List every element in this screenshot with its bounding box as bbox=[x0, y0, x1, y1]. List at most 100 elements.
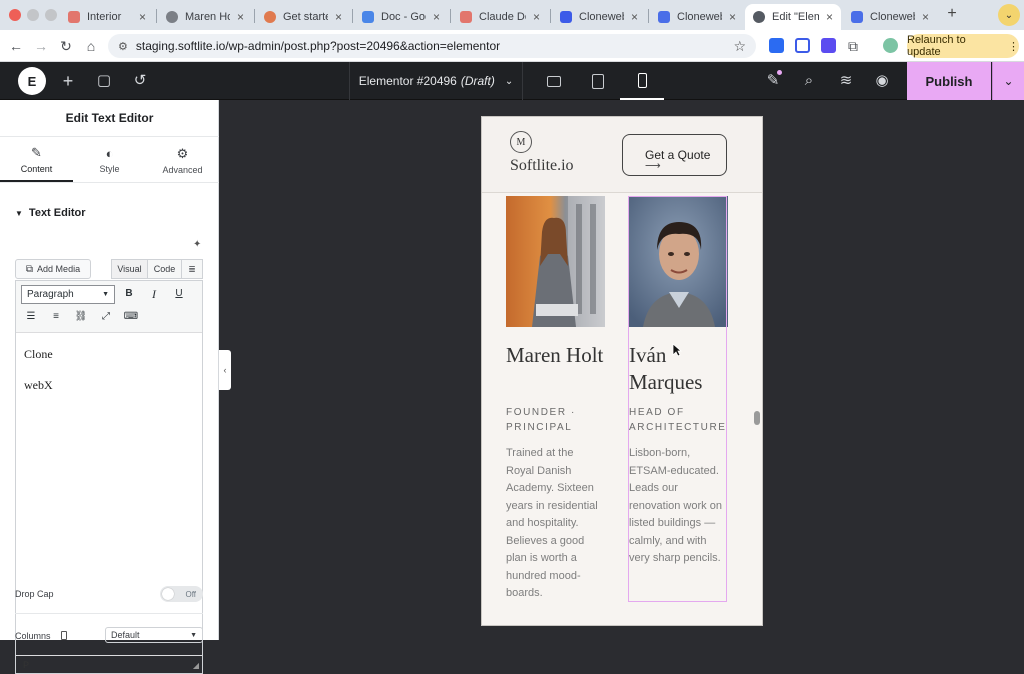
tab-title: ClonewebX bbox=[870, 11, 915, 23]
browser-tab[interactable]: Maren Holt × bbox=[158, 4, 252, 30]
notification-dot bbox=[777, 70, 782, 75]
maximize-window-button[interactable] bbox=[45, 9, 57, 21]
close-icon[interactable]: × bbox=[729, 10, 736, 24]
section-toggle-text-editor[interactable]: ▼ Text Editor bbox=[15, 207, 86, 219]
browser-tab-active[interactable]: Edit "Eleme × bbox=[745, 4, 841, 30]
tab-style[interactable]: ◐ Style bbox=[73, 138, 146, 182]
forward-arrow-icon[interactable]: → bbox=[33, 38, 49, 54]
extension-icon[interactable] bbox=[821, 38, 836, 53]
publish-options-button[interactable]: ⌄ bbox=[992, 62, 1024, 100]
get-quote-button[interactable]: Get a Quote ⟶ bbox=[622, 134, 727, 176]
preview-scrollbar[interactable] bbox=[754, 411, 760, 425]
italic-button[interactable]: I bbox=[146, 286, 162, 302]
resize-grip-icon[interactable]: ◢ bbox=[193, 661, 199, 670]
wysiwyg-editor: Paragraph ▼ B I U ☰ ≡ ⛓ ⤢ ⌨ Clone webX P… bbox=[15, 280, 203, 674]
tab-favicon-icon bbox=[851, 11, 863, 23]
ai-sparkle-icon[interactable]: ✦ bbox=[193, 239, 201, 250]
search-icon[interactable]: ⌕ bbox=[800, 72, 818, 90]
minimize-window-button[interactable] bbox=[27, 9, 39, 21]
puzzle-extensions-icon[interactable]: ⧉ bbox=[845, 38, 861, 54]
preview-eye-icon[interactable]: ◉ bbox=[873, 72, 891, 90]
close-icon[interactable]: × bbox=[922, 10, 929, 24]
browser-tab[interactable]: ClonewebX × bbox=[552, 4, 646, 30]
relaunch-button[interactable]: Relaunch to update ⋮ bbox=[907, 34, 1019, 58]
code-tab[interactable]: Code bbox=[147, 259, 182, 279]
tab-title: Interior bbox=[87, 11, 122, 23]
columns-select[interactable]: Default ▼ bbox=[105, 627, 203, 643]
underline-button[interactable]: U bbox=[171, 286, 187, 302]
browser-tab[interactable]: Claude Des × bbox=[452, 4, 548, 30]
site-brand[interactable]: Softlite.io bbox=[510, 157, 574, 175]
drop-cap-toggle[interactable]: Off bbox=[160, 586, 203, 602]
browser-tab[interactable]: Interior × bbox=[60, 4, 154, 30]
columns-select-value: Default bbox=[111, 630, 140, 640]
close-icon[interactable]: × bbox=[533, 10, 540, 24]
tab-label: Advanced bbox=[162, 164, 203, 175]
keyboard-icon[interactable]: ⌨ bbox=[123, 309, 139, 325]
close-icon[interactable]: × bbox=[433, 10, 440, 24]
mobile-icon[interactable] bbox=[60, 631, 67, 640]
close-icon[interactable]: × bbox=[826, 10, 833, 24]
document-title-menu[interactable]: Elementor #20496 (Draft) ⌄ bbox=[349, 62, 523, 100]
tab-divider bbox=[648, 9, 649, 23]
tab-label: Content bbox=[20, 163, 53, 174]
elementor-logo-icon[interactable]: E bbox=[18, 67, 46, 95]
browser-tab[interactable]: ClonewebX × bbox=[650, 4, 744, 30]
numbered-list-icon[interactable]: ≡ bbox=[48, 309, 64, 325]
team-bio: Trained at the Royal Danish Academy. Six… bbox=[506, 447, 598, 599]
tab-title: Get started bbox=[283, 11, 328, 23]
close-window-button[interactable] bbox=[9, 9, 21, 21]
tab-title: Maren Holt bbox=[185, 11, 230, 23]
history-icon[interactable]: ↺ bbox=[131, 72, 149, 90]
page-settings-icon[interactable]: ▢ bbox=[95, 72, 113, 90]
toggle-knob bbox=[162, 588, 174, 600]
home-icon[interactable]: ⌂ bbox=[83, 38, 99, 54]
tab-advanced[interactable]: ⚙ Advanced bbox=[146, 138, 219, 182]
bold-button[interactable]: B bbox=[121, 286, 137, 302]
close-icon[interactable]: × bbox=[631, 10, 638, 24]
publish-button[interactable]: Publish bbox=[907, 62, 991, 100]
extension-icon[interactable] bbox=[795, 38, 810, 53]
team-name: Maren Holt bbox=[506, 343, 604, 367]
pencil-icon: ✎ bbox=[31, 144, 42, 160]
add-element-icon[interactable]: + bbox=[59, 72, 77, 90]
browser-tab[interactable]: ClonewebX × bbox=[843, 4, 937, 30]
selected-column-outline[interactable] bbox=[628, 196, 727, 602]
new-tab-button[interactable]: + bbox=[943, 5, 961, 23]
add-media-button[interactable]: ⧉ Add Media bbox=[15, 259, 91, 279]
extension-icon[interactable] bbox=[769, 38, 784, 53]
back-arrow-icon[interactable]: ← bbox=[8, 38, 24, 54]
tab-content[interactable]: ✎ Content bbox=[0, 138, 73, 182]
editor-paragraph[interactable]: Clone bbox=[24, 347, 53, 362]
mobile-view-button[interactable] bbox=[620, 62, 664, 100]
editor-paragraph[interactable]: webX bbox=[24, 378, 53, 393]
bookmark-star-icon[interactable]: ☆ bbox=[733, 38, 746, 55]
browser-tabstrip: Interior × Maren Holt × Get started × Do… bbox=[0, 0, 1024, 30]
team-photo-maren[interactable] bbox=[506, 196, 605, 327]
address-bar[interactable]: ⚙ staging.softlite.io/wp-admin/post.php?… bbox=[108, 34, 756, 58]
close-icon[interactable]: × bbox=[237, 10, 244, 24]
link-icon[interactable]: ⛓ bbox=[73, 309, 89, 325]
site-info-icon[interactable]: ⚙ bbox=[118, 40, 128, 53]
site-logo-mark[interactable]: M bbox=[510, 131, 532, 153]
browser-tab[interactable]: Get started × bbox=[256, 4, 350, 30]
browser-tab[interactable]: Doc - Goog × bbox=[354, 4, 448, 30]
chevron-down-icon: ⌄ bbox=[1003, 74, 1014, 88]
close-icon[interactable]: × bbox=[335, 10, 342, 24]
close-icon[interactable]: × bbox=[139, 10, 146, 24]
desktop-view-button[interactable] bbox=[532, 62, 576, 100]
bullet-list-icon[interactable]: ☰ bbox=[23, 309, 39, 325]
reload-icon[interactable]: ↻ bbox=[58, 38, 74, 54]
visual-tab[interactable]: Visual bbox=[111, 259, 148, 279]
fullscreen-icon[interactable]: ⤢ bbox=[98, 309, 114, 325]
tab-search-chevron-icon[interactable]: ⌄ bbox=[998, 4, 1020, 26]
layers-icon[interactable]: ≋ bbox=[837, 72, 855, 90]
relaunch-label: Relaunch to update bbox=[907, 34, 966, 58]
tablet-view-button[interactable] bbox=[576, 62, 620, 100]
tab-title: Edit "Eleme bbox=[772, 11, 819, 23]
tab-favicon-icon bbox=[166, 11, 178, 23]
collapse-panel-button[interactable]: ‹ bbox=[219, 350, 231, 390]
format-select[interactable]: Paragraph ▼ bbox=[21, 285, 115, 304]
database-icon[interactable]: ≣ bbox=[181, 259, 203, 279]
profile-avatar-icon[interactable] bbox=[883, 38, 898, 53]
